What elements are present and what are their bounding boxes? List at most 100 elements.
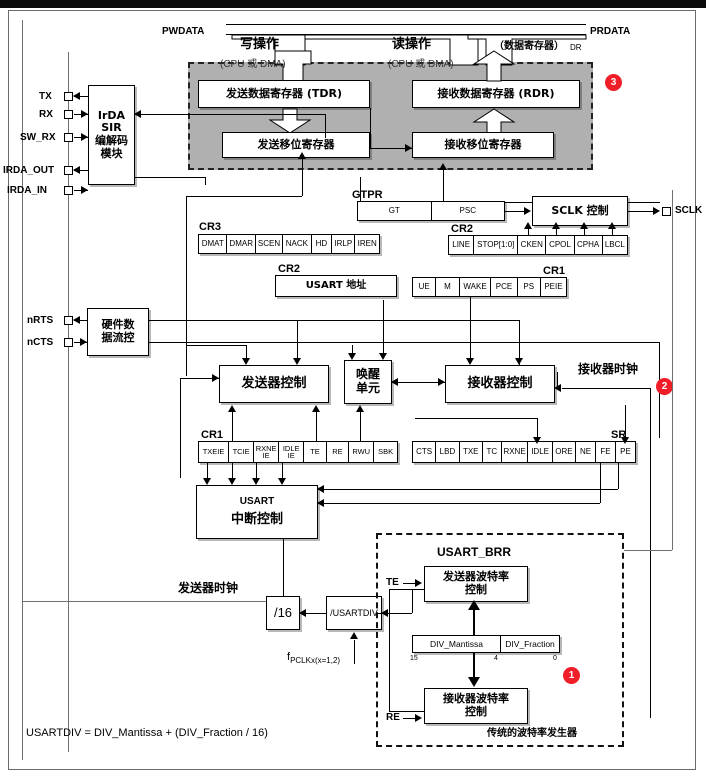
bitfield-cell[interactable]: IREN (355, 235, 379, 253)
brr-register[interactable]: DIV_Mantissa DIV_Fraction (412, 635, 560, 653)
bitfield-cell[interactable]: UE (413, 278, 437, 296)
sr-in-v2 (625, 405, 626, 441)
bitfield-cell[interactable]: DIV_Mantissa (413, 636, 501, 652)
int-in-arrow1 (203, 478, 211, 485)
pin-tx-pad[interactable] (64, 92, 73, 101)
pin-ncts-pad[interactable] (64, 338, 73, 347)
bitfield-cell[interactable]: PCE (491, 278, 518, 296)
pin-rx-pad[interactable] (64, 110, 73, 119)
bitfield-cell[interactable]: STOP[1:0] (474, 236, 519, 254)
bitfield-cell[interactable]: DMAT (199, 235, 228, 253)
bitfield-cell[interactable]: FE (596, 442, 617, 462)
read-operation-label: 读操作 (392, 37, 432, 52)
int-to-div16-v (283, 539, 284, 596)
wakeup-line-0: 唤醒 (355, 367, 380, 382)
cr1-register[interactable]: TXEIE TCIE RXNE IE IDLE IE TE RE RWU SBK (198, 441, 398, 463)
top-black-band (0, 0, 706, 8)
rx-baud-line-1: 控制 (465, 705, 487, 718)
bitfield-cell[interactable]: PSC (432, 202, 505, 220)
bitfield-cell[interactable]: CKEN (518, 236, 547, 254)
bitfield-cell[interactable]: PEIE (541, 278, 566, 296)
int-in-v1 (207, 463, 208, 479)
bitfield-cell[interactable]: TXEIE (199, 442, 230, 462)
bitfield-cell[interactable]: CPHA (575, 236, 603, 254)
rxc-right-v (557, 372, 558, 386)
write-operation-sublabel: (CPU 或 DMA) (220, 59, 286, 70)
bitfield-cell[interactable]: TE (304, 442, 327, 462)
pin-irdain-pad[interactable] (64, 186, 73, 195)
bitfield-cell[interactable]: IRLP (332, 235, 356, 253)
pin-rx-label: RX (39, 109, 53, 120)
bitfield-cell[interactable]: WAKE (460, 278, 492, 296)
flow-line-1: 据流控 (101, 331, 135, 344)
int-in-arrow3 (252, 478, 260, 485)
bitfield-cell[interactable]: HD (312, 235, 333, 253)
bitfield-cell[interactable]: SCEN (256, 235, 284, 253)
bitfield-cell[interactable]: LBCL (603, 236, 627, 254)
bitfield-cell[interactable]: DMAR (227, 235, 256, 253)
bitfield-cell[interactable]: CPOL (546, 236, 575, 254)
bitfield-cell[interactable]: LINE (449, 236, 475, 254)
receiver-control-block: 接收器控制 (445, 365, 555, 403)
tx-baud-line-1: 控制 (465, 583, 487, 596)
rxc-in-arrow2 (515, 358, 523, 365)
brr-out-h2 (389, 711, 424, 712)
bitfield-cell[interactable]: RXNE (502, 442, 529, 462)
txc-in-arrow2 (293, 358, 301, 365)
bitfield-cell[interactable]: IDLE (528, 442, 553, 462)
cr1-up-arrow2 (312, 405, 320, 412)
ckrn-arrow (524, 222, 532, 229)
bitfield-cell[interactable]: GT (358, 202, 432, 220)
sr-to-int-arrow1 (317, 485, 324, 493)
bitfield-cell[interactable]: TC (483, 442, 502, 462)
txc-left-v (180, 378, 181, 478)
write-operation-label: 写操作 (240, 37, 280, 52)
bitfield-cell[interactable]: LBD (436, 442, 460, 462)
cr1-top-register[interactable]: UE M WAKE PCE PS PEIE (412, 277, 567, 297)
cr2-register[interactable]: LINE STOP[1:0] CKEN CPOL CPHA LBCL (448, 235, 628, 255)
usart-interrupt-control-block: USART 中断控制 (196, 485, 318, 539)
txc-in-v1 (246, 345, 247, 359)
pin-sclk-pad[interactable] (662, 207, 671, 216)
wakeup-line-1: 单元 (355, 381, 380, 395)
gtpr-register[interactable]: GT PSC (357, 201, 505, 221)
marker-2: 2 (656, 378, 673, 395)
bitfield-cell[interactable]: RE (327, 442, 350, 462)
bitfield-cell[interactable]: RXNE IE (254, 442, 280, 462)
fpclk-label: fPCLKx(x=1,2) (287, 651, 341, 666)
sr-to-int-arrow2 (317, 499, 324, 507)
sr-register[interactable]: CTS LBD TXE TC RXNE IDLE ORE NE FE PE (412, 441, 636, 463)
bitfield-cell[interactable]: RWU (349, 442, 375, 462)
transmitter-baud-control-block: 发送器波特率 控制 (424, 566, 528, 602)
bitfield-cell[interactable]: TXE (460, 442, 483, 462)
cr2-addr-label: CR2 (278, 263, 301, 275)
bitfield-cell[interactable]: NACK (283, 235, 312, 253)
bitfield-cell[interactable]: ORE (553, 442, 577, 462)
rdr-to-bus-arrow (472, 50, 516, 82)
bitfield-cell[interactable]: CTS (413, 442, 437, 462)
bitfield-cell[interactable]: NE (576, 442, 597, 462)
cr3-register[interactable]: DMAT DMAR SCEN NACK HD IRLP IREN (198, 234, 380, 254)
sr-in-h (415, 418, 537, 419)
irda-sir-codec-block: IrDA SIR 编解码 模块 (88, 85, 135, 185)
pin-swrx-pad[interactable] (64, 133, 73, 142)
interrupt-line-1: 中断控制 (230, 511, 283, 527)
brr-down-v (473, 653, 475, 679)
int-in-arrow2 (228, 478, 236, 485)
pin-irdaout-pad[interactable] (64, 166, 73, 175)
bitfield-cell[interactable]: TCIE (229, 442, 255, 462)
bitfield-cell[interactable]: SBK (374, 442, 397, 462)
cr3-label: CR3 (199, 221, 222, 233)
cr1-up-arrow3 (356, 405, 364, 412)
bitfield-cell[interactable]: M (436, 278, 460, 296)
bitfield-cell[interactable]: PE (616, 442, 635, 462)
bitfield-cell[interactable]: DIV_Fraction (501, 636, 559, 652)
bitfield-cell[interactable]: PS (518, 278, 541, 296)
pin-nrts-label: nRTS (27, 315, 54, 326)
rx-clock-v (650, 388, 651, 718)
pin-nrts-pad[interactable] (64, 316, 73, 325)
irdaout-arrow (73, 166, 80, 174)
fpclk-sub: PCLKx(x=1,2) (290, 656, 341, 666)
bitfield-cell[interactable]: IDLE IE (279, 442, 305, 462)
usart-block-diagram: PWDATA PRDATA 写操作 (CPU 或 DMA) 读操作 (CPU 或… (0, 0, 706, 779)
